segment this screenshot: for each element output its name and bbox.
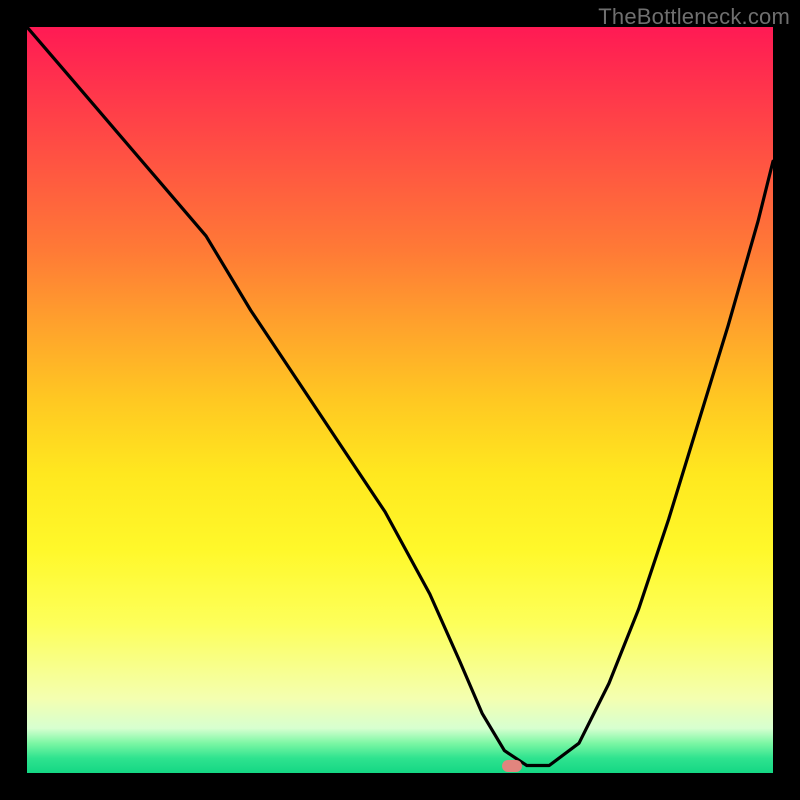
plot-area [27,27,773,773]
chart-frame: TheBottleneck.com [0,0,800,800]
watermark-text: TheBottleneck.com [598,4,790,30]
curve-svg [27,27,773,773]
bottleneck-marker [502,760,522,772]
bottleneck-curve [27,27,773,766]
